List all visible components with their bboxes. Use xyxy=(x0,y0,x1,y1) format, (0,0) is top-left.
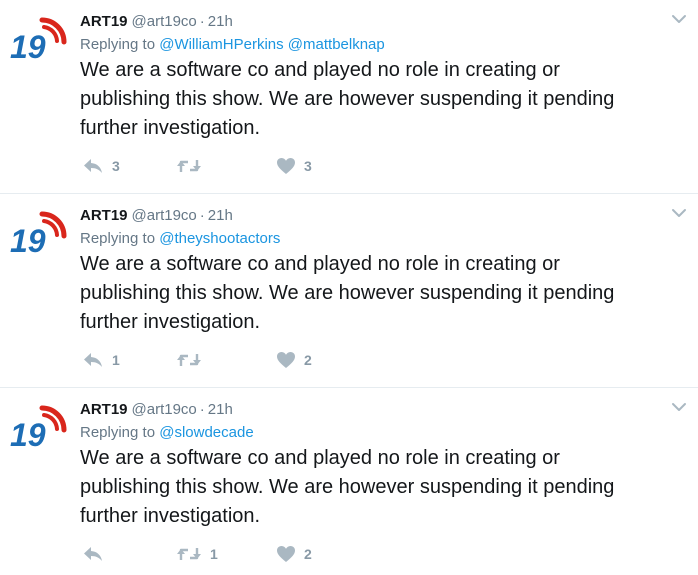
avatar-label: 19 xyxy=(10,223,46,258)
tweet-content: ART19 @art19co · 21h Replying to @theyshoot… xyxy=(80,206,678,337)
like-count: 2 xyxy=(304,546,312,562)
avatar[interactable]: 19 xyxy=(8,206,68,259)
tweet[interactable]: 19 ART19 @art19co · 21h Replying to @theysh… xyxy=(0,194,698,388)
replying-to: Replying to @WilliamHPerkins @mattbelkna… xyxy=(80,35,678,55)
replying-to-label: Replying to xyxy=(80,36,156,53)
replying-to-label: Replying to xyxy=(80,424,156,441)
reply-icon xyxy=(84,159,102,173)
reply-icon xyxy=(84,353,102,367)
reply-count: 1 xyxy=(112,352,120,368)
tweet[interactable]: 19 ART19 @art19co · 21h Replying to @slowde… xyxy=(0,388,698,575)
tweet-timeline: 19 ART19 @art19co · 21h Replying to @Willia… xyxy=(0,0,698,575)
avatar-label: 19 xyxy=(10,29,46,64)
separator: · xyxy=(199,13,205,30)
author-handle[interactable]: @art19co xyxy=(132,13,197,30)
retweet-count: 1 xyxy=(210,546,218,562)
separator: · xyxy=(199,401,205,418)
reply-button[interactable]: 1 xyxy=(82,348,120,372)
author-name[interactable]: ART19 xyxy=(80,207,128,224)
like-count: 2 xyxy=(304,352,312,368)
reply-button[interactable]: 3 xyxy=(82,154,120,178)
replying-to-label: Replying to xyxy=(80,230,156,247)
reply-count: 3 xyxy=(112,158,120,174)
tweet-header: ART19 @art19co · 21h xyxy=(80,206,678,226)
like-button[interactable]: 3 xyxy=(276,154,312,178)
art19-logo-icon: 19 xyxy=(10,17,67,65)
author-handle[interactable]: @art19co xyxy=(132,401,197,418)
author-handle[interactable]: @art19co xyxy=(132,207,197,224)
heart-icon xyxy=(277,158,295,174)
mention-link[interactable]: @WilliamHPerkins xyxy=(159,36,283,53)
like-button[interactable]: 2 xyxy=(276,348,312,372)
avatar[interactable]: 19 xyxy=(8,400,68,453)
tweet-text: We are a software co and played no role … xyxy=(80,59,615,139)
tweet-time[interactable]: 21h xyxy=(208,13,233,30)
separator: · xyxy=(199,207,205,224)
tweet-actions: 1 2 xyxy=(80,348,500,372)
retweet-icon xyxy=(177,548,201,560)
tweet-text: We are a software co and played no role … xyxy=(80,253,615,333)
retweet-icon xyxy=(177,160,201,172)
mention-link[interactable]: @theyshootactors xyxy=(159,230,280,247)
tweet[interactable]: 19 ART19 @art19co · 21h Replying to @Willia… xyxy=(0,0,698,194)
retweet-icon xyxy=(177,354,201,366)
tweet-header: ART19 @art19co · 21h xyxy=(80,12,678,32)
tweet-text: We are a software co and played no role … xyxy=(80,447,615,527)
retweet-button[interactable] xyxy=(176,348,210,372)
author-name[interactable]: ART19 xyxy=(80,13,128,30)
reply-button[interactable] xyxy=(82,542,112,566)
art19-logo-icon: 19 xyxy=(10,211,67,259)
tweet-actions: 1 2 xyxy=(80,542,500,566)
mention-link[interactable]: @slowdecade xyxy=(159,424,253,441)
replying-to: Replying to @slowdecade xyxy=(80,423,678,443)
tweet-header: ART19 @art19co · 21h xyxy=(80,400,678,420)
retweet-button[interactable] xyxy=(176,154,210,178)
reply-icon xyxy=(84,547,102,561)
tweet-time[interactable]: 21h xyxy=(208,207,233,224)
tweet-time[interactable]: 21h xyxy=(208,401,233,418)
like-button[interactable]: 2 xyxy=(276,542,312,566)
like-count: 3 xyxy=(304,158,312,174)
mention-link[interactable]: @mattbelknap xyxy=(288,36,385,53)
author-name[interactable]: ART19 xyxy=(80,401,128,418)
art19-logo-icon: 19 xyxy=(10,405,67,453)
avatar-label: 19 xyxy=(10,417,46,452)
tweet-content: ART19 @art19co · 21h Replying to @slowdecad… xyxy=(80,400,678,531)
heart-icon xyxy=(277,352,295,368)
heart-icon xyxy=(277,546,295,562)
tweet-actions: 3 3 xyxy=(80,154,500,178)
retweet-button[interactable]: 1 xyxy=(176,542,218,566)
replying-to: Replying to @theyshootactors xyxy=(80,229,678,249)
tweet-content: ART19 @art19co · 21h Replying to @WilliamHP… xyxy=(80,12,678,143)
avatar[interactable]: 19 xyxy=(8,12,68,65)
